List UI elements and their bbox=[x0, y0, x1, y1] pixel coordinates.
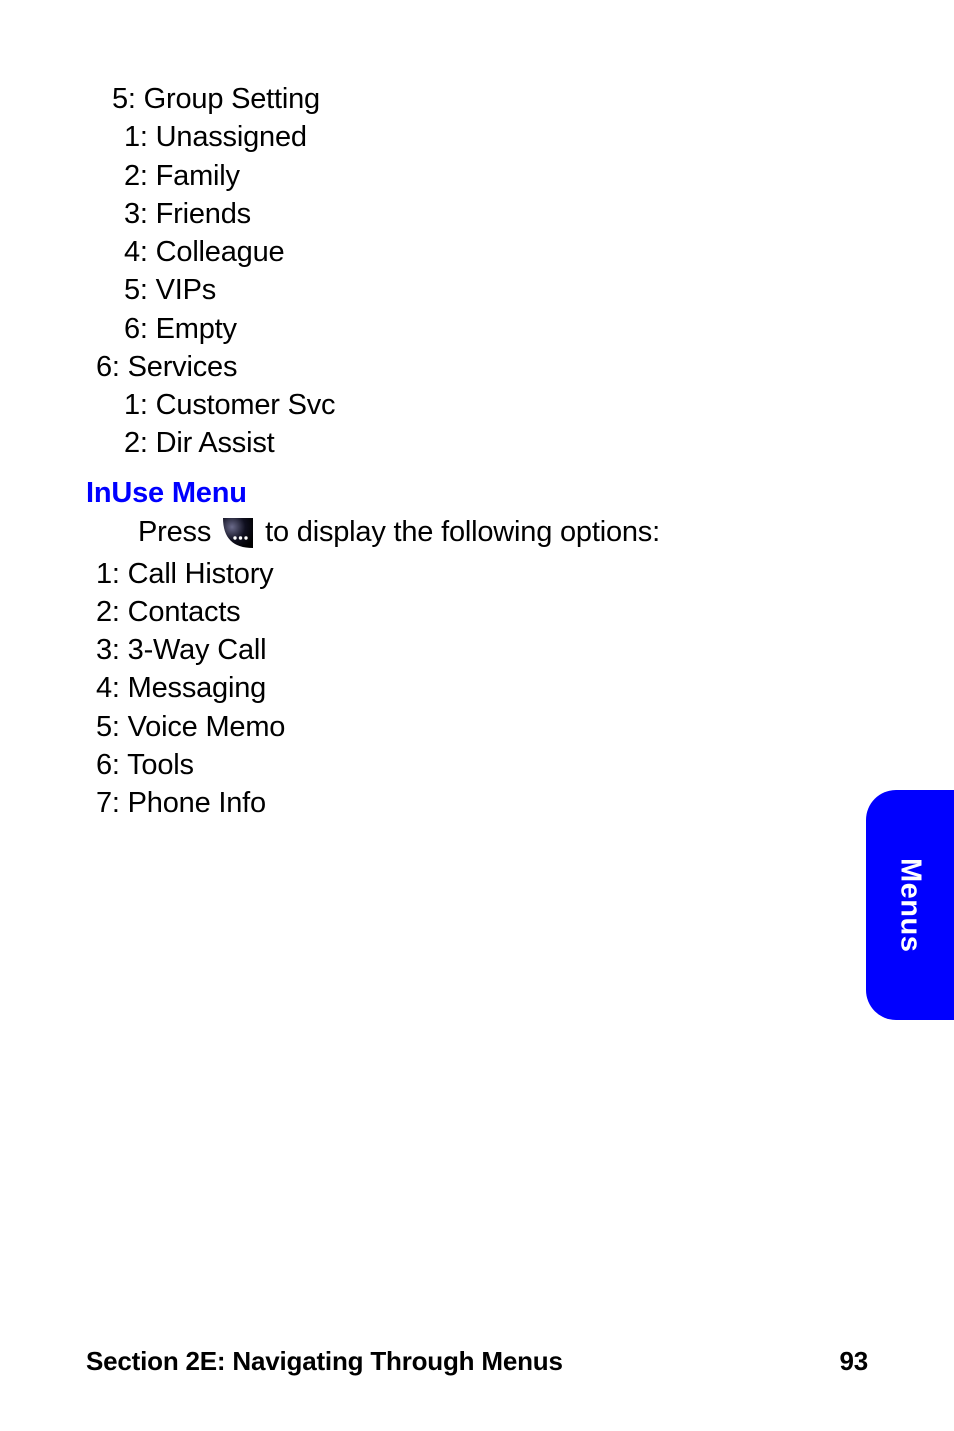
inuse-item: 6: Tools bbox=[96, 746, 868, 784]
side-tab-label: Menus bbox=[894, 858, 927, 952]
press-post-text: to display the following options: bbox=[265, 516, 660, 549]
outline-subitem: 4: Colleague bbox=[124, 233, 868, 271]
outline-subitem: 2: Dir Assist bbox=[124, 424, 868, 462]
outline-subitem: 6: Empty bbox=[124, 310, 868, 348]
inuse-item: 2: Contacts bbox=[96, 593, 868, 631]
outline-item-services: 6: Services bbox=[96, 348, 868, 386]
inuse-menu-heading: InUse Menu bbox=[86, 477, 868, 510]
outline-subitem: 1: Customer Svc bbox=[124, 386, 868, 424]
page: 5: Group Setting 1: Unassigned 2: Family… bbox=[0, 0, 954, 1431]
outline-subitem: 2: Family bbox=[124, 157, 868, 195]
inuse-item: 5: Voice Memo bbox=[96, 708, 868, 746]
press-pre-text: Press bbox=[138, 516, 211, 549]
menu-softkey-icon bbox=[221, 516, 255, 550]
inuse-item: 4: Messaging bbox=[96, 669, 868, 707]
inuse-item: 7: Phone Info bbox=[96, 784, 868, 822]
outline-subitem: 3: Friends bbox=[124, 195, 868, 233]
footer: Section 2E: Navigating Through Menus 93 bbox=[86, 1346, 868, 1377]
inuse-item: 3: 3-Way Call bbox=[96, 631, 868, 669]
outline-subitem: 1: Unassigned bbox=[124, 118, 868, 156]
press-instruction: Press to display the following options: bbox=[138, 516, 868, 550]
inuse-item: 1: Call History bbox=[96, 555, 868, 593]
footer-page-number: 93 bbox=[839, 1346, 868, 1377]
outline-item-group-setting: 5: Group Setting bbox=[112, 80, 868, 118]
footer-section: Section 2E: Navigating Through Menus bbox=[86, 1346, 563, 1377]
side-tab: Menus bbox=[866, 790, 954, 1020]
outline-subitem: 5: VIPs bbox=[124, 271, 868, 309]
